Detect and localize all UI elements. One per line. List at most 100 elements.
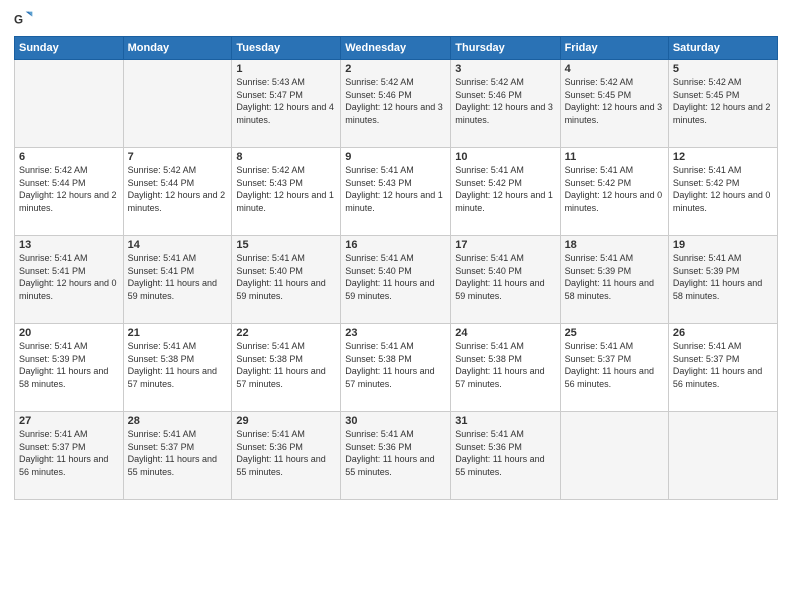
day-info: Daylight: 12 hours and 1 minute. [345,189,446,214]
day-info: Daylight: 12 hours and 0 minutes. [565,189,664,214]
day-info: Daylight: 11 hours and 57 minutes. [128,365,228,390]
day-number: 14 [128,239,228,251]
day-info: Sunrise: 5:41 AM [345,164,446,177]
header-day-thursday: Thursday [451,37,560,60]
calendar-cell: 14Sunrise: 5:41 AMSunset: 5:41 PMDayligh… [123,236,232,324]
day-info: Daylight: 12 hours and 2 minutes. [673,101,773,126]
day-info: Daylight: 11 hours and 57 minutes. [236,365,336,390]
day-info: Daylight: 11 hours and 56 minutes. [673,365,773,390]
day-info: Sunset: 5:38 PM [236,353,336,366]
calendar-cell: 27Sunrise: 5:41 AMSunset: 5:37 PMDayligh… [15,412,124,500]
day-info: Daylight: 11 hours and 55 minutes. [236,453,336,478]
day-info: Sunrise: 5:42 AM [236,164,336,177]
day-info: Sunset: 5:36 PM [345,441,446,454]
day-info: Sunrise: 5:41 AM [565,340,664,353]
day-number: 9 [345,151,446,163]
day-number: 22 [236,327,336,339]
day-info: Sunset: 5:41 PM [128,265,228,278]
day-info: Sunset: 5:44 PM [19,177,119,190]
day-number: 23 [345,327,446,339]
day-number: 11 [565,151,664,163]
calendar-cell: 28Sunrise: 5:41 AMSunset: 5:37 PMDayligh… [123,412,232,500]
logo: G [14,10,38,30]
day-info: Sunset: 5:46 PM [455,89,555,102]
day-info: Daylight: 11 hours and 59 minutes. [345,277,446,302]
day-info: Sunrise: 5:41 AM [128,252,228,265]
day-number: 12 [673,151,773,163]
calendar-cell: 4Sunrise: 5:42 AMSunset: 5:45 PMDaylight… [560,60,668,148]
day-number: 4 [565,63,664,75]
week-row-3: 13Sunrise: 5:41 AMSunset: 5:41 PMDayligh… [15,236,778,324]
calendar-cell: 8Sunrise: 5:42 AMSunset: 5:43 PMDaylight… [232,148,341,236]
day-number: 28 [128,415,228,427]
day-number: 31 [455,415,555,427]
header-day-monday: Monday [123,37,232,60]
page: G SundayMondayTuesdayWednesdayThursdayFr… [0,0,792,612]
day-info: Daylight: 11 hours and 58 minutes. [19,365,119,390]
header-day-wednesday: Wednesday [341,37,451,60]
day-number: 1 [236,63,336,75]
day-info: Sunrise: 5:41 AM [673,164,773,177]
day-info: Daylight: 11 hours and 58 minutes. [565,277,664,302]
calendar-body: 1Sunrise: 5:43 AMSunset: 5:47 PMDaylight… [15,60,778,500]
calendar-cell: 26Sunrise: 5:41 AMSunset: 5:37 PMDayligh… [668,324,777,412]
day-info: Sunset: 5:44 PM [128,177,228,190]
day-info: Daylight: 12 hours and 2 minutes. [19,189,119,214]
day-info: Sunset: 5:42 PM [673,177,773,190]
day-number: 7 [128,151,228,163]
calendar-cell: 9Sunrise: 5:41 AMSunset: 5:43 PMDaylight… [341,148,451,236]
header-day-tuesday: Tuesday [232,37,341,60]
day-info: Daylight: 11 hours and 58 minutes. [673,277,773,302]
day-info: Sunrise: 5:41 AM [565,252,664,265]
day-number: 24 [455,327,555,339]
day-info: Sunrise: 5:41 AM [455,164,555,177]
day-info: Daylight: 11 hours and 59 minutes. [128,277,228,302]
calendar-header: SundayMondayTuesdayWednesdayThursdayFrid… [15,37,778,60]
day-info: Sunrise: 5:41 AM [236,340,336,353]
calendar-cell: 19Sunrise: 5:41 AMSunset: 5:39 PMDayligh… [668,236,777,324]
calendar-cell: 15Sunrise: 5:41 AMSunset: 5:40 PMDayligh… [232,236,341,324]
day-info: Sunrise: 5:41 AM [673,340,773,353]
day-info: Sunset: 5:40 PM [455,265,555,278]
calendar-cell: 6Sunrise: 5:42 AMSunset: 5:44 PMDaylight… [15,148,124,236]
calendar-cell [668,412,777,500]
week-row-2: 6Sunrise: 5:42 AMSunset: 5:44 PMDaylight… [15,148,778,236]
day-info: Daylight: 11 hours and 55 minutes. [128,453,228,478]
day-number: 20 [19,327,119,339]
day-info: Daylight: 12 hours and 2 minutes. [128,189,228,214]
day-number: 15 [236,239,336,251]
day-info: Sunset: 5:38 PM [455,353,555,366]
day-number: 8 [236,151,336,163]
day-info: Sunset: 5:36 PM [455,441,555,454]
day-info: Sunrise: 5:42 AM [673,76,773,89]
day-info: Sunrise: 5:41 AM [236,252,336,265]
calendar-cell: 21Sunrise: 5:41 AMSunset: 5:38 PMDayligh… [123,324,232,412]
header-day-saturday: Saturday [668,37,777,60]
day-info: Sunset: 5:47 PM [236,89,336,102]
calendar-cell: 2Sunrise: 5:42 AMSunset: 5:46 PMDaylight… [341,60,451,148]
day-info: Daylight: 12 hours and 0 minutes. [19,277,119,302]
calendar-cell: 23Sunrise: 5:41 AMSunset: 5:38 PMDayligh… [341,324,451,412]
day-info: Sunset: 5:41 PM [19,265,119,278]
day-number: 21 [128,327,228,339]
day-number: 19 [673,239,773,251]
day-info: Sunset: 5:46 PM [345,89,446,102]
day-info: Sunset: 5:39 PM [19,353,119,366]
day-number: 3 [455,63,555,75]
day-info: Daylight: 12 hours and 3 minutes. [345,101,446,126]
calendar-cell: 18Sunrise: 5:41 AMSunset: 5:39 PMDayligh… [560,236,668,324]
day-info: Sunset: 5:39 PM [565,265,664,278]
day-info: Sunset: 5:43 PM [236,177,336,190]
header-row: SundayMondayTuesdayWednesdayThursdayFrid… [15,37,778,60]
day-number: 10 [455,151,555,163]
day-info: Sunrise: 5:41 AM [455,340,555,353]
day-info: Sunset: 5:45 PM [565,89,664,102]
calendar-cell: 3Sunrise: 5:42 AMSunset: 5:46 PMDaylight… [451,60,560,148]
day-info: Sunset: 5:45 PM [673,89,773,102]
calendar-cell: 11Sunrise: 5:41 AMSunset: 5:42 PMDayligh… [560,148,668,236]
day-info: Sunrise: 5:42 AM [455,76,555,89]
calendar-cell: 12Sunrise: 5:41 AMSunset: 5:42 PMDayligh… [668,148,777,236]
day-info: Sunrise: 5:41 AM [455,428,555,441]
day-info: Sunrise: 5:41 AM [19,340,119,353]
day-info: Sunrise: 5:41 AM [345,428,446,441]
